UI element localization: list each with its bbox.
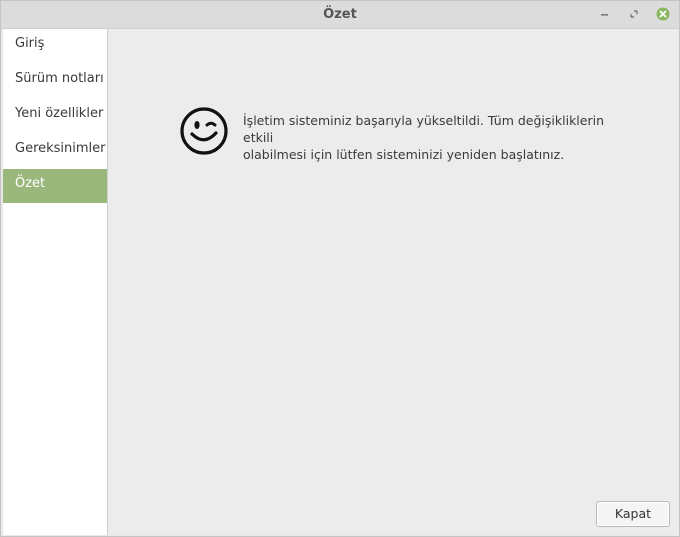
close-button[interactable]: Kapat — [596, 501, 670, 527]
completion-message: İşletim sisteminiz başarıyla yükseltildi… — [243, 112, 613, 163]
sidebar-item-gereksinimler[interactable]: Gereksinimler — [3, 134, 107, 168]
winking-smiley-icon — [179, 106, 229, 156]
sidebar-item-ozet[interactable]: Özet — [3, 169, 107, 203]
app-window: Özet Giriş Sürüm notları Yeni özellikler… — [0, 0, 680, 537]
main-content: İşletim sisteminiz başarıyla yükseltildi… — [108, 29, 679, 535]
sidebar: Giriş Sürüm notları Yeni özellikler Gere… — [3, 29, 108, 535]
message-line-1: İşletim sisteminiz başarıyla yükseltildi… — [243, 113, 605, 145]
window-title: Özet — [323, 7, 357, 22]
maximize-icon[interactable] — [627, 7, 641, 21]
sidebar-item-surum-notlari[interactable]: Sürüm notları — [3, 64, 107, 98]
close-icon[interactable] — [656, 7, 670, 21]
minimize-icon[interactable] — [598, 7, 612, 21]
sidebar-item-giris[interactable]: Giriş — [3, 29, 107, 63]
sidebar-item-yeni-ozellikler[interactable]: Yeni özellikler — [3, 99, 107, 133]
title-bar[interactable]: Özet — [1, 1, 679, 29]
message-line-2: olabilmesi için lütfen sisteminizi yenid… — [243, 147, 565, 162]
